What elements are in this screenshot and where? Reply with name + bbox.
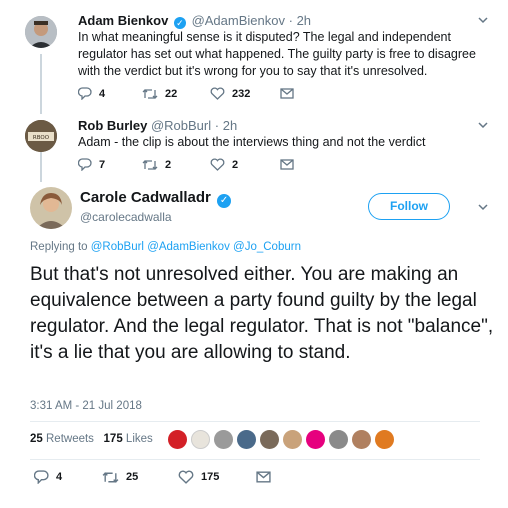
reply-button[interactable]: 7	[78, 158, 142, 171]
mention-link[interactable]: @Jo_Coburn	[233, 241, 301, 253]
engagement-stats: 25 Retweets 175 Likes	[30, 433, 153, 445]
reply-icon	[34, 470, 49, 484]
liker-avatar[interactable]	[283, 430, 302, 449]
verified-badge-icon: ✓	[173, 17, 186, 29]
envelope-icon	[280, 88, 294, 99]
tweet-actions: 4 22 232	[78, 87, 294, 100]
reply-button[interactable]: 4	[34, 470, 102, 484]
envelope-icon	[256, 471, 271, 483]
liker-avatar[interactable]	[306, 430, 325, 449]
retweets-label: Retweets	[46, 433, 94, 445]
user-handle[interactable]: @AdamBienkov	[192, 13, 285, 28]
tweet-time[interactable]: 2h	[223, 118, 237, 133]
envelope-icon	[280, 159, 294, 170]
avatar[interactable]	[25, 16, 57, 48]
heart-icon	[210, 158, 225, 171]
tweet-text: Adam - the clip is about the interviews …	[78, 135, 426, 149]
chevron-down-icon[interactable]	[476, 118, 490, 132]
tweet-text: But that's not unresolved either. You ar…	[30, 264, 494, 363]
replying-to: Replying to @RobBurl @AdamBienkov @Jo_Co…	[30, 241, 301, 253]
liker-avatar[interactable]	[191, 430, 210, 449]
like-count: 175	[201, 471, 220, 483]
like-total: 175	[103, 433, 123, 445]
tweet-actions: 7 2 2	[78, 158, 294, 171]
liker-avatar[interactable]	[352, 430, 371, 449]
likes-label: Likes	[125, 433, 153, 445]
like-button[interactable]: 175	[178, 470, 256, 484]
divider	[30, 459, 480, 460]
avatar[interactable]: RBOO	[25, 120, 57, 152]
liker-avatar[interactable]	[214, 430, 233, 449]
replying-prefix: Replying to	[30, 241, 88, 253]
like-button[interactable]: 232	[210, 87, 280, 100]
reply-count: 4	[56, 471, 63, 483]
user-handle[interactable]: @RobBurl	[151, 118, 211, 133]
reply-button[interactable]: 4	[78, 87, 142, 100]
liker-avatar[interactable]	[375, 430, 394, 449]
tweet-header: Rob Burley @RobBurl · 2h	[78, 118, 237, 133]
retweet-count: 2	[165, 158, 172, 171]
display-name-text[interactable]: Carole Cadwalladr	[80, 189, 211, 206]
direct-message-button[interactable]	[280, 88, 294, 99]
direct-message-button[interactable]	[280, 159, 294, 170]
avatar[interactable]	[30, 187, 72, 229]
reply-icon	[78, 158, 92, 171]
retweet-total: 25	[30, 433, 43, 445]
tweet-adam-bienkov[interactable]: Adam Bienkov ✓ @AdamBienkov · 2h In what…	[0, 0, 508, 110]
separator-dot: ·	[214, 118, 220, 133]
chevron-down-icon[interactable]	[476, 200, 490, 214]
tweet-rob-burley[interactable]: RBOO Rob Burley @RobBurl · 2h Adam - the…	[0, 110, 508, 186]
tweet-text: In what meaningful sense is it disputed?…	[78, 30, 476, 78]
retweet-icon	[142, 159, 158, 170]
separator-dot: ·	[288, 13, 293, 28]
retweet-button[interactable]: 22	[142, 88, 210, 100]
liker-avatars	[168, 430, 394, 449]
user-handle[interactable]: @carolecadwalla	[80, 210, 172, 224]
display-name[interactable]: Adam Bienkov	[78, 13, 168, 28]
retweet-icon	[142, 88, 158, 99]
chevron-down-icon[interactable]	[476, 13, 490, 27]
reply-count: 7	[99, 158, 106, 171]
liker-avatar[interactable]	[329, 430, 348, 449]
retweet-count: 22	[165, 87, 178, 100]
tweet-header: Adam Bienkov ✓ @AdamBienkov · 2h	[78, 13, 311, 29]
heart-icon	[178, 470, 194, 484]
svg-text:RBOO: RBOO	[33, 135, 50, 141]
direct-message-button[interactable]	[256, 471, 271, 483]
follow-button[interactable]: Follow	[368, 193, 450, 220]
mention-link[interactable]: @RobBurl	[91, 241, 144, 253]
verified-badge-icon: ✓	[217, 194, 232, 208]
tweet-actions: 4 25 175	[34, 470, 271, 484]
retweet-button[interactable]: 25	[102, 471, 178, 484]
liker-avatar[interactable]	[168, 430, 187, 449]
tweet-time[interactable]: 2h	[297, 13, 311, 28]
mention-link[interactable]: @AdamBienkov	[147, 241, 230, 253]
reply-count: 4	[99, 87, 106, 100]
display-name[interactable]: Rob Burley	[78, 118, 147, 133]
retweet-icon	[102, 471, 119, 483]
likes-stat[interactable]: 175 Likes	[104, 433, 153, 445]
display-name[interactable]: Carole Cadwalladr ✓	[80, 189, 233, 208]
like-count: 232	[232, 87, 251, 100]
retweet-button[interactable]: 2	[142, 159, 210, 171]
like-button[interactable]: 2	[210, 158, 280, 171]
divider	[30, 421, 480, 422]
retweets-stat[interactable]: 25 Retweets	[30, 433, 94, 445]
retweet-count: 25	[126, 471, 139, 483]
tweet-timestamp[interactable]: 3:31 AM - 21 Jul 2018	[30, 400, 142, 412]
liker-avatar[interactable]	[260, 430, 279, 449]
like-count: 2	[232, 158, 239, 171]
reply-icon	[78, 87, 92, 100]
liker-avatar[interactable]	[237, 430, 256, 449]
heart-icon	[210, 87, 225, 100]
